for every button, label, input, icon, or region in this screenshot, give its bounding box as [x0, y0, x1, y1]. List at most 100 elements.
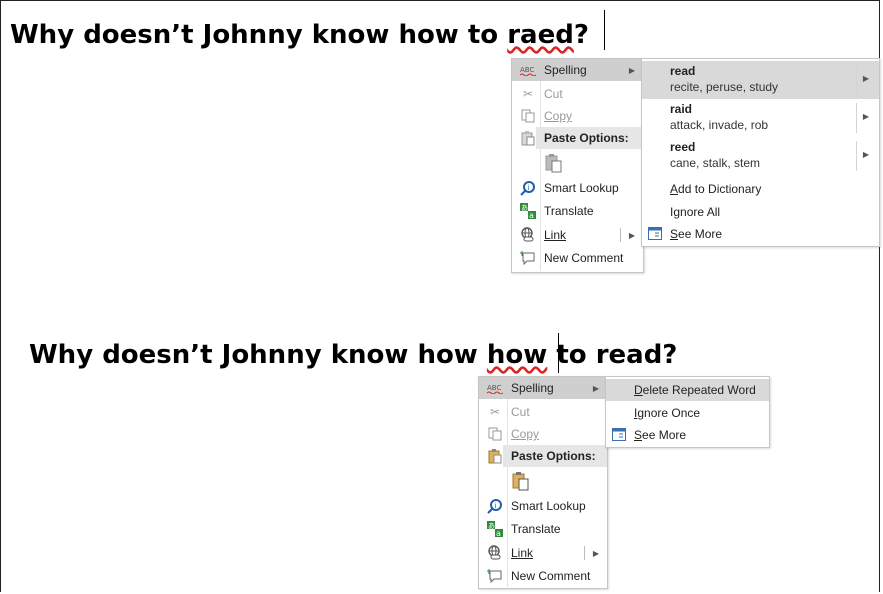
ignore-once-label: Ignore Once: [634, 406, 701, 420]
smart-lookup-icon: i: [485, 498, 505, 514]
access-key: S: [634, 428, 643, 442]
spelling-submenu-2: Delete Repeated Word Ignore Once See Mor…: [605, 376, 770, 448]
suggestion-synonyms: cane, stalk, stem: [670, 156, 761, 170]
delete-repeated-word-label: Delete Repeated Word: [634, 383, 756, 397]
translate-icon: あa: [518, 203, 538, 219]
link-label: Link: [544, 228, 567, 242]
chevron-right-icon: ▶: [592, 383, 599, 393]
spelling-menu-item[interactable]: ABC Spelling ▶: [479, 377, 607, 399]
new-comment-menu-item[interactable]: New Comment: [479, 565, 607, 587]
context-menu-2: ABC Spelling ▶ ✂ Cut Copy Paste Options:…: [478, 376, 608, 589]
access-key: D: [634, 383, 643, 397]
copy-menu-item[interactable]: Copy: [512, 105, 643, 127]
line-text: Why doesn’t Johnny know how: [29, 340, 487, 370]
svg-text:i: i: [528, 184, 530, 192]
paste-keep-text-icon[interactable]: [545, 153, 562, 173]
text-caret: [558, 333, 559, 373]
cut-label: Cut: [544, 87, 563, 101]
document-line-1[interactable]: Why doesn’t Johnny know how to raed?: [10, 20, 589, 50]
cut-menu-item[interactable]: ✂ Cut: [512, 83, 643, 105]
copy-menu-item[interactable]: Copy: [479, 423, 607, 445]
chevron-right-icon[interactable]: ▶: [629, 231, 635, 240]
access-key: g: [673, 205, 681, 219]
copy-label: Copy: [511, 427, 540, 441]
copy-icon: [485, 426, 505, 442]
misspelled-word[interactable]: raed: [507, 20, 574, 50]
paste-keep-text-icon[interactable]: [512, 471, 529, 491]
suggestion-word: raid: [670, 102, 693, 116]
ignore-all-item[interactable]: Ignore All: [642, 201, 879, 223]
see-more-label: See More: [670, 227, 723, 241]
split-divider: [856, 65, 857, 95]
suggestion-word: read: [670, 64, 696, 78]
chevron-right-icon: ▶: [628, 65, 635, 75]
suggestion-read[interactable]: read recite, peruse, study ▶: [642, 61, 879, 99]
spelling-menu-item[interactable]: ABC Spelling ▶: [512, 59, 643, 81]
delete-repeated-word-item[interactable]: Delete Repeated Word: [606, 379, 769, 401]
suggestion-word: reed: [670, 140, 696, 154]
link-icon: [485, 545, 505, 561]
scissors-icon: ✂: [489, 405, 501, 419]
copy-label: Copy: [544, 109, 573, 123]
spelling-label: Spelling: [544, 63, 587, 77]
cut-label: Cut: [511, 405, 530, 419]
split-divider: [856, 141, 857, 171]
smart-lookup-menu-item[interactable]: i Smart Lookup: [479, 495, 607, 517]
new-comment-icon: [485, 568, 505, 584]
smart-lookup-label: Smart Lookup: [544, 181, 619, 195]
line-text: Why doesn’t Johnny know how to: [10, 20, 508, 50]
see-more-label: See More: [634, 428, 687, 442]
translate-menu-item[interactable]: あa Translate: [479, 518, 607, 540]
split-divider: [620, 228, 621, 242]
link-icon: [518, 227, 538, 243]
repeated-word[interactable]: how: [487, 340, 547, 370]
cut-menu-item[interactable]: ✂ Cut: [479, 401, 607, 423]
link-menu-item[interactable]: Link ▶: [512, 224, 643, 246]
suggestion-reed[interactable]: reed cane, stalk, stem ▶: [642, 137, 879, 175]
paste-options-header: Paste Options:: [536, 127, 643, 149]
chevron-right-icon[interactable]: ▶: [863, 112, 869, 121]
access-key: I: [634, 406, 638, 420]
clipboard-icon: [518, 130, 538, 146]
chevron-right-icon[interactable]: ▶: [593, 549, 599, 558]
text-caret: [604, 10, 605, 50]
line-text: to read?: [547, 340, 678, 370]
translate-menu-item[interactable]: あa Translate: [512, 200, 643, 222]
scissors-icon: ✂: [522, 87, 534, 101]
ignore-all-label: Ignore All: [670, 205, 721, 219]
smart-lookup-menu-item[interactable]: i Smart Lookup: [512, 177, 643, 199]
new-comment-menu-item[interactable]: New Comment: [512, 247, 643, 269]
new-comment-label: New Comment: [511, 569, 591, 583]
svg-text:i: i: [495, 502, 497, 510]
document-line-2[interactable]: Why doesn’t Johnny know how how to read?: [29, 340, 677, 370]
line-text: ?: [573, 20, 589, 50]
new-comment-label: New Comment: [544, 251, 624, 265]
spelling-label: Spelling: [511, 381, 554, 395]
see-more-icon: [648, 227, 662, 243]
see-more-item[interactable]: See More: [606, 424, 769, 446]
see-more-icon: [612, 428, 626, 444]
ignore-once-item[interactable]: Ignore Once: [606, 402, 769, 424]
chevron-right-icon[interactable]: ▶: [863, 74, 869, 83]
chevron-right-icon[interactable]: ▶: [863, 150, 869, 159]
add-to-dictionary-label: Add to Dictionary: [670, 182, 762, 196]
suggestion-raid[interactable]: raid attack, invade, rob ▶: [642, 99, 879, 137]
add-to-dictionary-item[interactable]: Add to Dictionary: [642, 178, 879, 200]
translate-icon: あa: [485, 521, 505, 537]
svg-text:a: a: [496, 529, 501, 537]
link-menu-item[interactable]: Link ▶: [479, 542, 607, 564]
new-comment-icon: [518, 250, 538, 266]
access-key: A: [670, 182, 679, 196]
smart-lookup-icon: i: [518, 180, 538, 196]
svg-text:あ: あ: [488, 522, 495, 530]
suggestion-synonyms: recite, peruse, study: [670, 80, 779, 94]
svg-text:ABC: ABC: [487, 384, 501, 392]
see-more-item[interactable]: See More: [642, 223, 879, 245]
suggestion-synonyms: attack, invade, rob: [670, 118, 769, 132]
spelling-abc-icon: ABC: [518, 62, 538, 78]
svg-text:ABC: ABC: [520, 66, 534, 74]
access-key: S: [670, 227, 679, 241]
copy-icon: [518, 108, 538, 124]
translate-label: Translate: [544, 204, 594, 218]
context-menu-1: ABC Spelling ▶ ✂ Cut Copy Paste Options:…: [511, 58, 644, 273]
